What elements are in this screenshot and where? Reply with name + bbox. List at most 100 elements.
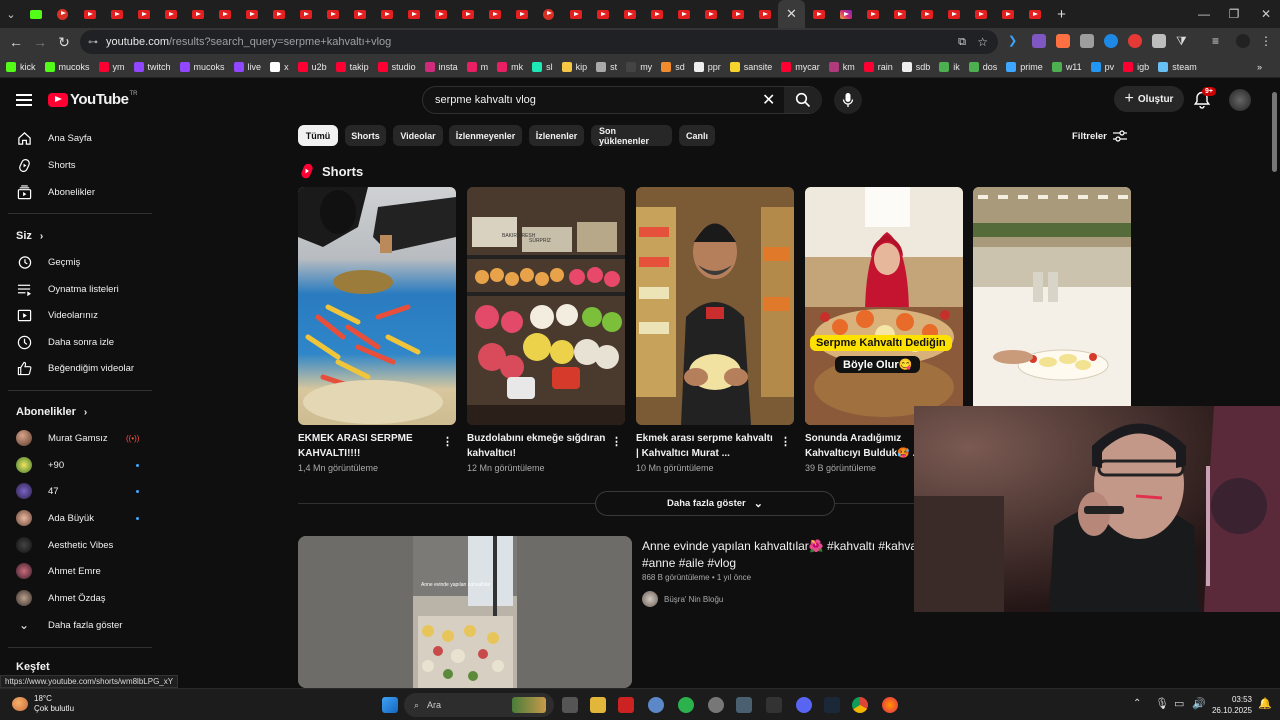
bookmark-item[interactable]: x <box>270 61 289 72</box>
notification-center-icon[interactable]: 🔔 <box>1258 697 1272 710</box>
bookmark-item[interactable]: mucoks <box>44 61 90 72</box>
tab[interactable] <box>967 0 994 28</box>
short-thumbnail[interactable] <box>636 187 794 425</box>
app-icon[interactable] <box>618 697 634 713</box>
tab-active[interactable]: ✕ <box>778 0 805 28</box>
settings-icon[interactable] <box>648 697 664 713</box>
tab[interactable] <box>940 0 967 28</box>
create-button[interactable]: + Oluştur <box>1114 86 1184 112</box>
extension-icon[interactable] <box>1056 34 1070 48</box>
tab[interactable] <box>1021 0 1048 28</box>
sidebar-show-more[interactable]: ⌄ Daha fazla göster <box>8 612 152 638</box>
bookmark-item[interactable]: my <box>626 61 652 72</box>
app-icon[interactable] <box>766 697 782 713</box>
tab[interactable] <box>724 0 751 28</box>
bookmark-item[interactable]: w11 <box>1051 61 1082 72</box>
app-icon[interactable] <box>708 697 724 713</box>
more-bookmarks-icon[interactable]: » <box>1257 62 1262 72</box>
sidebar-sub-item[interactable]: Aesthetic Vibes <box>8 532 152 558</box>
discord-icon[interactable] <box>796 697 812 713</box>
short-thumbnail[interactable]: BAKIR FRESH SÜRPRİZ <box>467 187 625 425</box>
bookmark-item[interactable]: prime <box>1006 61 1043 72</box>
tab[interactable] <box>535 0 562 28</box>
sidebar-sub-item[interactable]: Murat Gamsız ((•)) <box>8 425 152 451</box>
bookmark-item[interactable]: pv <box>1090 61 1114 72</box>
channel-name[interactable]: Büşra' Nin Bloğu <box>664 595 723 604</box>
tab[interactable] <box>643 0 670 28</box>
extension-icon[interactable]: ❯ <box>1008 34 1022 48</box>
sidebar-item-history[interactable]: Geçmiş <box>8 249 152 275</box>
tab[interactable] <box>238 0 265 28</box>
tab[interactable] <box>805 0 832 28</box>
extensions-puzzle-icon[interactable]: ⧩ <box>1176 34 1190 48</box>
bookmark-item[interactable]: igb <box>1123 61 1149 72</box>
clear-search-icon[interactable]: ✕ <box>762 90 775 110</box>
tab[interactable] <box>400 0 427 28</box>
bookmark-item[interactable]: studio <box>377 61 416 72</box>
short-thumbnail[interactable]: Serpme Kahvaltı Dediğin Böyle Olur😋 <box>805 187 963 425</box>
tab[interactable] <box>589 0 616 28</box>
tab[interactable] <box>859 0 886 28</box>
bookmark-item[interactable]: twitch <box>133 61 171 72</box>
tab[interactable] <box>670 0 697 28</box>
new-tab-button[interactable]: + <box>1048 0 1075 28</box>
chip-watched[interactable]: İzlenenler <box>529 125 584 146</box>
tab[interactable] <box>994 0 1021 28</box>
sidebar-item-liked[interactable]: Beğendiğim videolar <box>8 355 152 381</box>
bookmark-item[interactable]: takip <box>335 61 369 72</box>
bookmark-item[interactable]: mk <box>497 61 523 72</box>
video-thumbnail[interactable]: Anne evinde yapılan kahvaltılar <box>298 536 632 688</box>
bookmark-item[interactable]: sd <box>661 61 685 72</box>
scrollbar-thumb[interactable] <box>1272 92 1277 172</box>
sidebar-item-watch-later[interactable]: Daha sonra izle <box>8 329 152 355</box>
bookmark-item[interactable]: live <box>233 61 261 72</box>
tab[interactable] <box>913 0 940 28</box>
extension-icon[interactable] <box>1152 34 1166 48</box>
app-icon[interactable] <box>736 697 752 713</box>
tab[interactable] <box>562 0 589 28</box>
forward-icon[interactable]: → <box>28 34 52 50</box>
tab[interactable] <box>616 0 643 28</box>
more-options-icon[interactable]: ⋮ <box>442 435 453 448</box>
bookmark-item[interactable]: st <box>596 61 617 72</box>
account-avatar[interactable] <box>1229 89 1251 111</box>
video-channel[interactable]: Büşra' Nin Bloğu <box>642 591 723 607</box>
task-view-icon[interactable] <box>562 697 578 713</box>
bookmark-item[interactable]: sl <box>532 61 553 72</box>
more-options-icon[interactable]: ⋮ <box>611 435 622 448</box>
chip-live[interactable]: Canlı <box>679 125 715 146</box>
video-title[interactable]: Anne evinde yapılan kahvaltılar🌺 #kahval… <box>642 538 932 572</box>
short-title[interactable]: EKMEK ARASI SERPME KAHVALTI!!!! <box>298 431 438 461</box>
short-title[interactable]: Buzdolabını ekmeğe sığdıran kahvaltıcı! <box>467 431 607 461</box>
tab-list-button[interactable]: ⌄ <box>0 0 22 28</box>
network-icon[interactable]: ▭ <box>1174 697 1184 710</box>
start-windows-icon[interactable] <box>382 697 398 713</box>
youtube-logo[interactable]: YouTube TR <box>48 91 137 108</box>
tab[interactable] <box>76 0 103 28</box>
address-bar[interactable]: ⊶ youtube.com/results?search_query=serpm… <box>80 30 998 54</box>
sidebar-sub-item[interactable]: Ahmet Emre <box>8 558 152 584</box>
sidebar-sub-item[interactable]: +90 <box>8 452 152 478</box>
close-tab-icon[interactable]: ✕ <box>786 6 797 22</box>
tab[interactable] <box>346 0 373 28</box>
tab[interactable] <box>373 0 400 28</box>
bookmark-item[interactable]: insta <box>424 61 458 72</box>
bookmark-item[interactable]: ik <box>939 61 960 72</box>
short-card[interactable]: BAKIR FRESH SÜRPRİZ Buzdolabını ekmeğe s… <box>467 187 625 473</box>
volume-icon[interactable]: 🔊 <box>1192 697 1206 710</box>
bookmark-item[interactable]: rain <box>863 61 893 72</box>
reload-icon[interactable]: ↻ <box>52 34 76 51</box>
taskbar-clock[interactable]: 03:53 26.10.2025 <box>1210 694 1252 716</box>
chip-recent[interactable]: Son yüklenenler <box>591 125 672 146</box>
bookmark-item[interactable]: dos <box>968 61 997 72</box>
sidebar-item-home[interactable]: Ana Sayfa <box>8 125 152 151</box>
short-card[interactable]: Ekmek arası serpme kahvaltı | Kahvaltıcı… <box>636 187 794 473</box>
sidebar-sub-item[interactable]: Ada Büyük <box>8 505 152 531</box>
extension-icon[interactable] <box>1080 34 1094 48</box>
chip-shorts[interactable]: Shorts <box>345 125 386 146</box>
more-options-icon[interactable]: ⋮ <box>780 435 791 448</box>
short-title[interactable]: Ekmek arası serpme kahvaltı | Kahvaltıcı… <box>636 431 776 461</box>
tab[interactable] <box>319 0 346 28</box>
steam-icon[interactable] <box>824 697 840 713</box>
channel-avatar[interactable] <box>642 591 658 607</box>
